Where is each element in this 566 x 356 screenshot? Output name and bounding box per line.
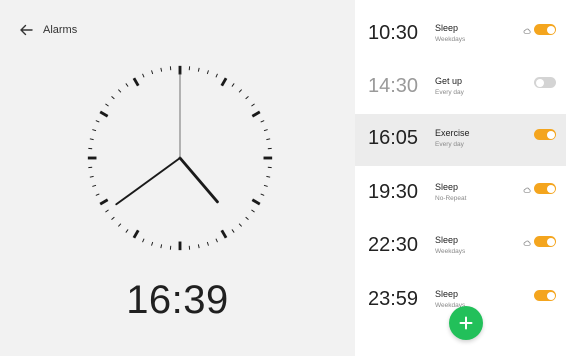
digital-time: 16:39 xyxy=(126,278,229,322)
minute-tick xyxy=(266,138,271,141)
minute-tick xyxy=(89,138,94,141)
minute-tick xyxy=(206,241,209,246)
alarm-row[interactable]: 16:05 Exercise Every day xyxy=(355,114,566,166)
minute-tick xyxy=(111,95,115,100)
cloud-icon xyxy=(523,28,531,34)
alarm-time: 19:30 xyxy=(368,181,419,203)
minute-tick xyxy=(92,129,97,132)
alarm-label: Sleep xyxy=(435,23,459,33)
minute-tick xyxy=(151,241,154,246)
hour-tick xyxy=(132,77,140,87)
minute-tick xyxy=(197,244,200,249)
header: Alarms xyxy=(18,22,77,38)
cloud-icon xyxy=(523,240,531,246)
minute-tick xyxy=(215,238,218,243)
alarm-toggle[interactable] xyxy=(534,24,556,35)
clock-panel: Alarms 16:39 xyxy=(0,0,355,356)
minute-tick xyxy=(263,129,268,132)
alarm-time: 16:05 xyxy=(368,127,419,149)
alarm-toggle[interactable] xyxy=(534,183,556,194)
arrow-left-icon[interactable] xyxy=(18,22,34,38)
minute-tick xyxy=(117,89,122,93)
alarm-toggle[interactable] xyxy=(534,236,556,247)
minute-tick xyxy=(125,83,129,87)
minute-tick xyxy=(231,83,235,87)
minute-tick xyxy=(160,67,163,72)
hour-tick xyxy=(132,229,140,239)
alarm-row[interactable]: 19:30 Sleep No-Repeat xyxy=(355,168,566,220)
analog-clock xyxy=(87,65,273,251)
minute-tick xyxy=(117,223,122,227)
minute-tick xyxy=(92,184,97,187)
minute-tick xyxy=(95,193,100,196)
minute-tick xyxy=(263,184,268,187)
minute-tick xyxy=(251,103,255,107)
minute-tick xyxy=(160,244,163,249)
minute-tick xyxy=(197,67,200,72)
alarm-toggle[interactable] xyxy=(534,77,556,88)
hour-tick xyxy=(99,110,109,118)
minute-tick xyxy=(142,238,145,243)
alarm-row[interactable]: 10:30 Sleep Weekdays xyxy=(355,9,566,61)
minute-tick xyxy=(95,120,100,123)
minute-tick xyxy=(111,216,115,221)
alarm-list: 10:30 Sleep Weekdays 14:30 Get up Every … xyxy=(355,0,566,356)
minute-tick xyxy=(260,193,265,196)
page-title: Alarms xyxy=(43,24,78,36)
minute-tick xyxy=(266,175,271,178)
alarm-label: Get up xyxy=(435,76,463,86)
minute-tick xyxy=(89,175,94,178)
minute-tick xyxy=(215,73,218,78)
minute-tick xyxy=(206,70,209,75)
minute-tick xyxy=(105,209,109,213)
alarm-row[interactable]: 14:30 Get up Every day xyxy=(355,62,566,114)
minute-tick xyxy=(245,95,249,100)
hour-tick xyxy=(251,198,261,206)
minute-tick xyxy=(125,229,129,233)
alarm-toggle[interactable] xyxy=(534,129,556,140)
minute-tick xyxy=(245,216,249,221)
alarm-label: Exercise xyxy=(435,128,470,138)
plus-icon xyxy=(459,316,473,330)
minute-hand xyxy=(115,157,181,206)
minute-tick xyxy=(238,223,243,227)
alarm-repeat: No-Repeat xyxy=(435,195,467,202)
alarm-repeat: Every day xyxy=(435,89,464,96)
alarm-time: 10:30 xyxy=(368,22,419,44)
alarm-time: 22:30 xyxy=(368,234,419,256)
alarm-repeat: Every day xyxy=(435,141,464,148)
alarm-repeat: Weekdays xyxy=(435,248,466,255)
hour-tick xyxy=(251,110,261,118)
minute-tick xyxy=(151,70,154,75)
minute-tick xyxy=(238,89,243,93)
minute-tick xyxy=(142,73,145,78)
minute-tick xyxy=(231,229,235,233)
add-alarm-button[interactable] xyxy=(449,306,483,340)
hour-tick xyxy=(99,198,109,206)
alarm-time: 14:30 xyxy=(368,75,419,97)
minute-tick xyxy=(105,103,109,107)
hour-tick xyxy=(220,77,228,87)
hour-hand xyxy=(178,156,219,204)
alarm-row[interactable]: 22:30 Sleep Weekdays xyxy=(355,221,566,273)
alarm-repeat: Weekdays xyxy=(435,36,466,43)
minute-tick xyxy=(251,209,255,213)
hour-tick xyxy=(220,229,228,239)
minute-tick xyxy=(260,120,265,123)
alarm-label: Sleep xyxy=(435,182,459,192)
alarm-toggle[interactable] xyxy=(534,290,556,301)
alarm-time: 23:59 xyxy=(368,288,419,310)
alarm-label: Sleep xyxy=(435,289,459,299)
alarm-label: Sleep xyxy=(435,235,459,245)
cloud-icon xyxy=(523,187,531,193)
